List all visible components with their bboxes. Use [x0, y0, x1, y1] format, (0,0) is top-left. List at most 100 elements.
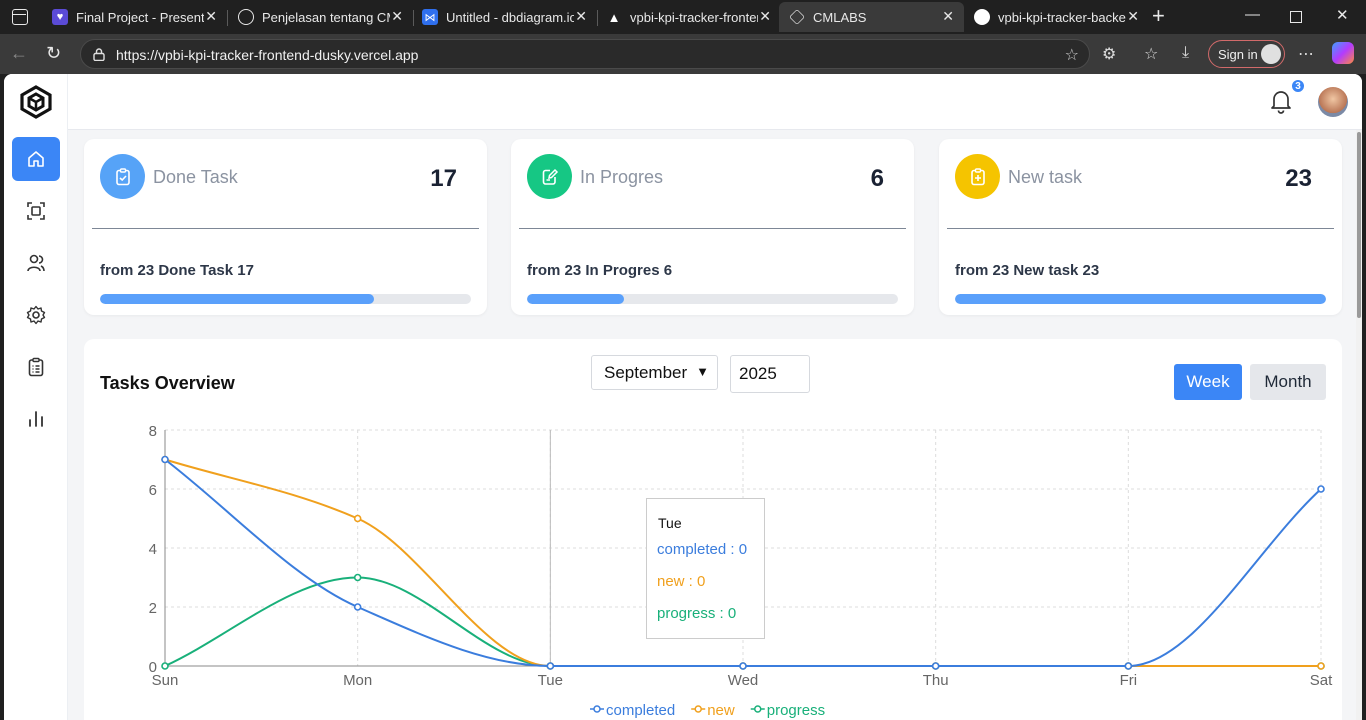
edit-icon [527, 154, 572, 199]
progress-fill [527, 294, 624, 304]
minimize-icon[interactable]: — [1245, 6, 1260, 23]
tab-title: Final Project - Presentation [76, 9, 204, 25]
browser-tab[interactable]: vpbi-kpi-tracker-backend ✕ [964, 2, 1149, 32]
favorites-icon[interactable]: ☆ [1144, 44, 1158, 64]
browser-tab-active[interactable]: CMLABS ✕ [779, 2, 964, 32]
tab-title: CMLABS [813, 9, 867, 25]
chevron-down-icon: ▼ [696, 364, 709, 379]
dbdiagram-favicon-icon: ⋈ [422, 9, 438, 25]
url-text: https://vpbi-kpi-tracker-frontend-dusky.… [116, 47, 419, 63]
progress-bar [100, 294, 471, 304]
card-subtitle: from 23 Done Task 17 [100, 262, 254, 279]
tab-title: Untitled - dbdiagram.io [446, 9, 574, 25]
refresh-icon[interactable]: ↻ [46, 43, 61, 64]
scan-icon [27, 202, 45, 220]
clipboard-list-icon [28, 357, 44, 377]
bell-icon[interactable] [1268, 88, 1294, 114]
copilot-icon[interactable] [1332, 42, 1354, 64]
sidebar-item-settings[interactable] [12, 293, 60, 337]
close-window-icon[interactable]: ✕ [1336, 6, 1349, 24]
tooltip-completed: completed : 0 [657, 541, 748, 558]
tab-title: vpbi-kpi-tracker-frontend [630, 9, 758, 25]
close-tab-icon[interactable]: ✕ [391, 8, 403, 25]
progress-bar [527, 294, 898, 304]
home-icon [28, 151, 44, 167]
sidebar [4, 74, 68, 720]
card-count: 6 [870, 165, 884, 192]
progress-bar [955, 294, 1326, 304]
new-tab-icon[interactable]: + [1152, 3, 1165, 29]
close-tab-icon[interactable]: ✕ [759, 8, 771, 25]
year-input[interactable]: 2025 [730, 355, 810, 393]
url-field[interactable]: https://vpbi-kpi-tracker-frontend-dusky.… [80, 39, 1090, 69]
in-progress-card: In Progres 6 from 23 In Progres 6 [511, 139, 914, 315]
close-tab-icon[interactable]: ✕ [1127, 8, 1139, 25]
clipboard-check-icon [100, 154, 145, 199]
week-button[interactable]: Week [1174, 364, 1242, 400]
card-subtitle: from 23 New task 23 [955, 262, 1100, 279]
divider [947, 228, 1334, 229]
sidebar-item-reports[interactable] [12, 397, 60, 441]
divider [92, 228, 479, 229]
panel-title: Tasks Overview [100, 373, 235, 393]
tab-actions-icon[interactable] [12, 9, 28, 25]
month-select[interactable]: September ▼ [591, 355, 718, 390]
close-tab-icon[interactable]: ✕ [205, 8, 217, 25]
card-title: Done Task [153, 167, 238, 187]
browser-tab[interactable]: ⋈ Untitled - dbdiagram.io ✕ [412, 2, 598, 32]
restore-icon[interactable] [1290, 11, 1302, 23]
sidebar-item-users[interactable] [12, 241, 60, 285]
clipboard-plus-icon [955, 154, 1000, 199]
downloads-icon[interactable]: ⤓ [1182, 44, 1189, 62]
more-menu-icon[interactable]: ⋯ [1298, 44, 1314, 64]
progress-fill [100, 294, 375, 304]
card-title: In Progres [580, 167, 664, 187]
github-favicon-icon [974, 9, 990, 25]
card-subtitle: from 23 In Progres 6 [527, 262, 673, 279]
extensions-icon[interactable]: ⚙ [1102, 44, 1116, 64]
cmlabs-logo-icon[interactable] [18, 84, 54, 120]
new-task-card: New task 23 from 23 New task 23 [939, 139, 1342, 315]
card-count: 17 [430, 165, 457, 192]
notification-badge: 3 [1290, 78, 1306, 94]
close-tab-icon[interactable]: ✕ [942, 8, 954, 25]
profile-avatar-icon [1261, 44, 1281, 64]
gear-icon [26, 305, 46, 325]
tooltip-new: new : 0 [657, 573, 706, 590]
month-button[interactable]: Month [1250, 364, 1326, 400]
tooltip-progress: progress : 0 [657, 605, 737, 622]
close-tab-icon[interactable]: ✕ [575, 8, 587, 25]
favorite-star-icon[interactable]: ☆ [1065, 45, 1079, 65]
progress-fill [955, 294, 1326, 304]
bar-chart-icon [29, 411, 43, 427]
lock-icon [93, 48, 105, 61]
vercel-favicon-icon: ▲ [607, 9, 621, 25]
tab-title: vpbi-kpi-tracker-backend [998, 9, 1126, 25]
year-value: 2025 [739, 364, 777, 383]
sidebar-item-home[interactable] [12, 137, 60, 181]
browser-tab[interactable]: ▲ vpbi-kpi-tracker-frontend ✕ [596, 2, 781, 32]
done-task-card: Done Task 17 from 23 Done Task 17 [84, 139, 487, 315]
user-avatar[interactable] [1318, 87, 1348, 117]
cmlabs-favicon-icon [789, 9, 805, 25]
sidebar-item-scan[interactable] [12, 189, 60, 233]
browser-tab[interactable]: ♥ Final Project - Presentation ✕ [42, 2, 228, 32]
sign-in-button[interactable]: Sign in [1208, 40, 1285, 68]
sidebar-item-tasks[interactable] [12, 345, 60, 389]
scrollbar-thumb[interactable] [1357, 132, 1361, 318]
chatgpt-favicon-icon [238, 9, 254, 25]
divider [519, 228, 906, 229]
browser-tab[interactable]: Penjelasan tentang CMLABS ✕ [228, 2, 414, 32]
sign-in-label: Sign in [1218, 46, 1258, 62]
page-scrollbar[interactable] [1356, 130, 1362, 720]
card-title: New task [1008, 167, 1083, 187]
address-bar-row: ← ↻ https://vpbi-kpi-tracker-frontend-du… [0, 34, 1366, 74]
back-icon[interactable]: ← [10, 43, 28, 64]
month-value: September [604, 362, 688, 382]
presentation-favicon-icon: ♥ [52, 9, 68, 25]
card-count: 23 [1285, 165, 1312, 192]
users-icon [27, 254, 45, 272]
top-bar: 3 [68, 74, 1362, 130]
chart-tooltip: Tue completed : 0 new : 0 progress : 0 [646, 498, 765, 639]
tab-title: Penjelasan tentang CMLABS [262, 9, 390, 25]
